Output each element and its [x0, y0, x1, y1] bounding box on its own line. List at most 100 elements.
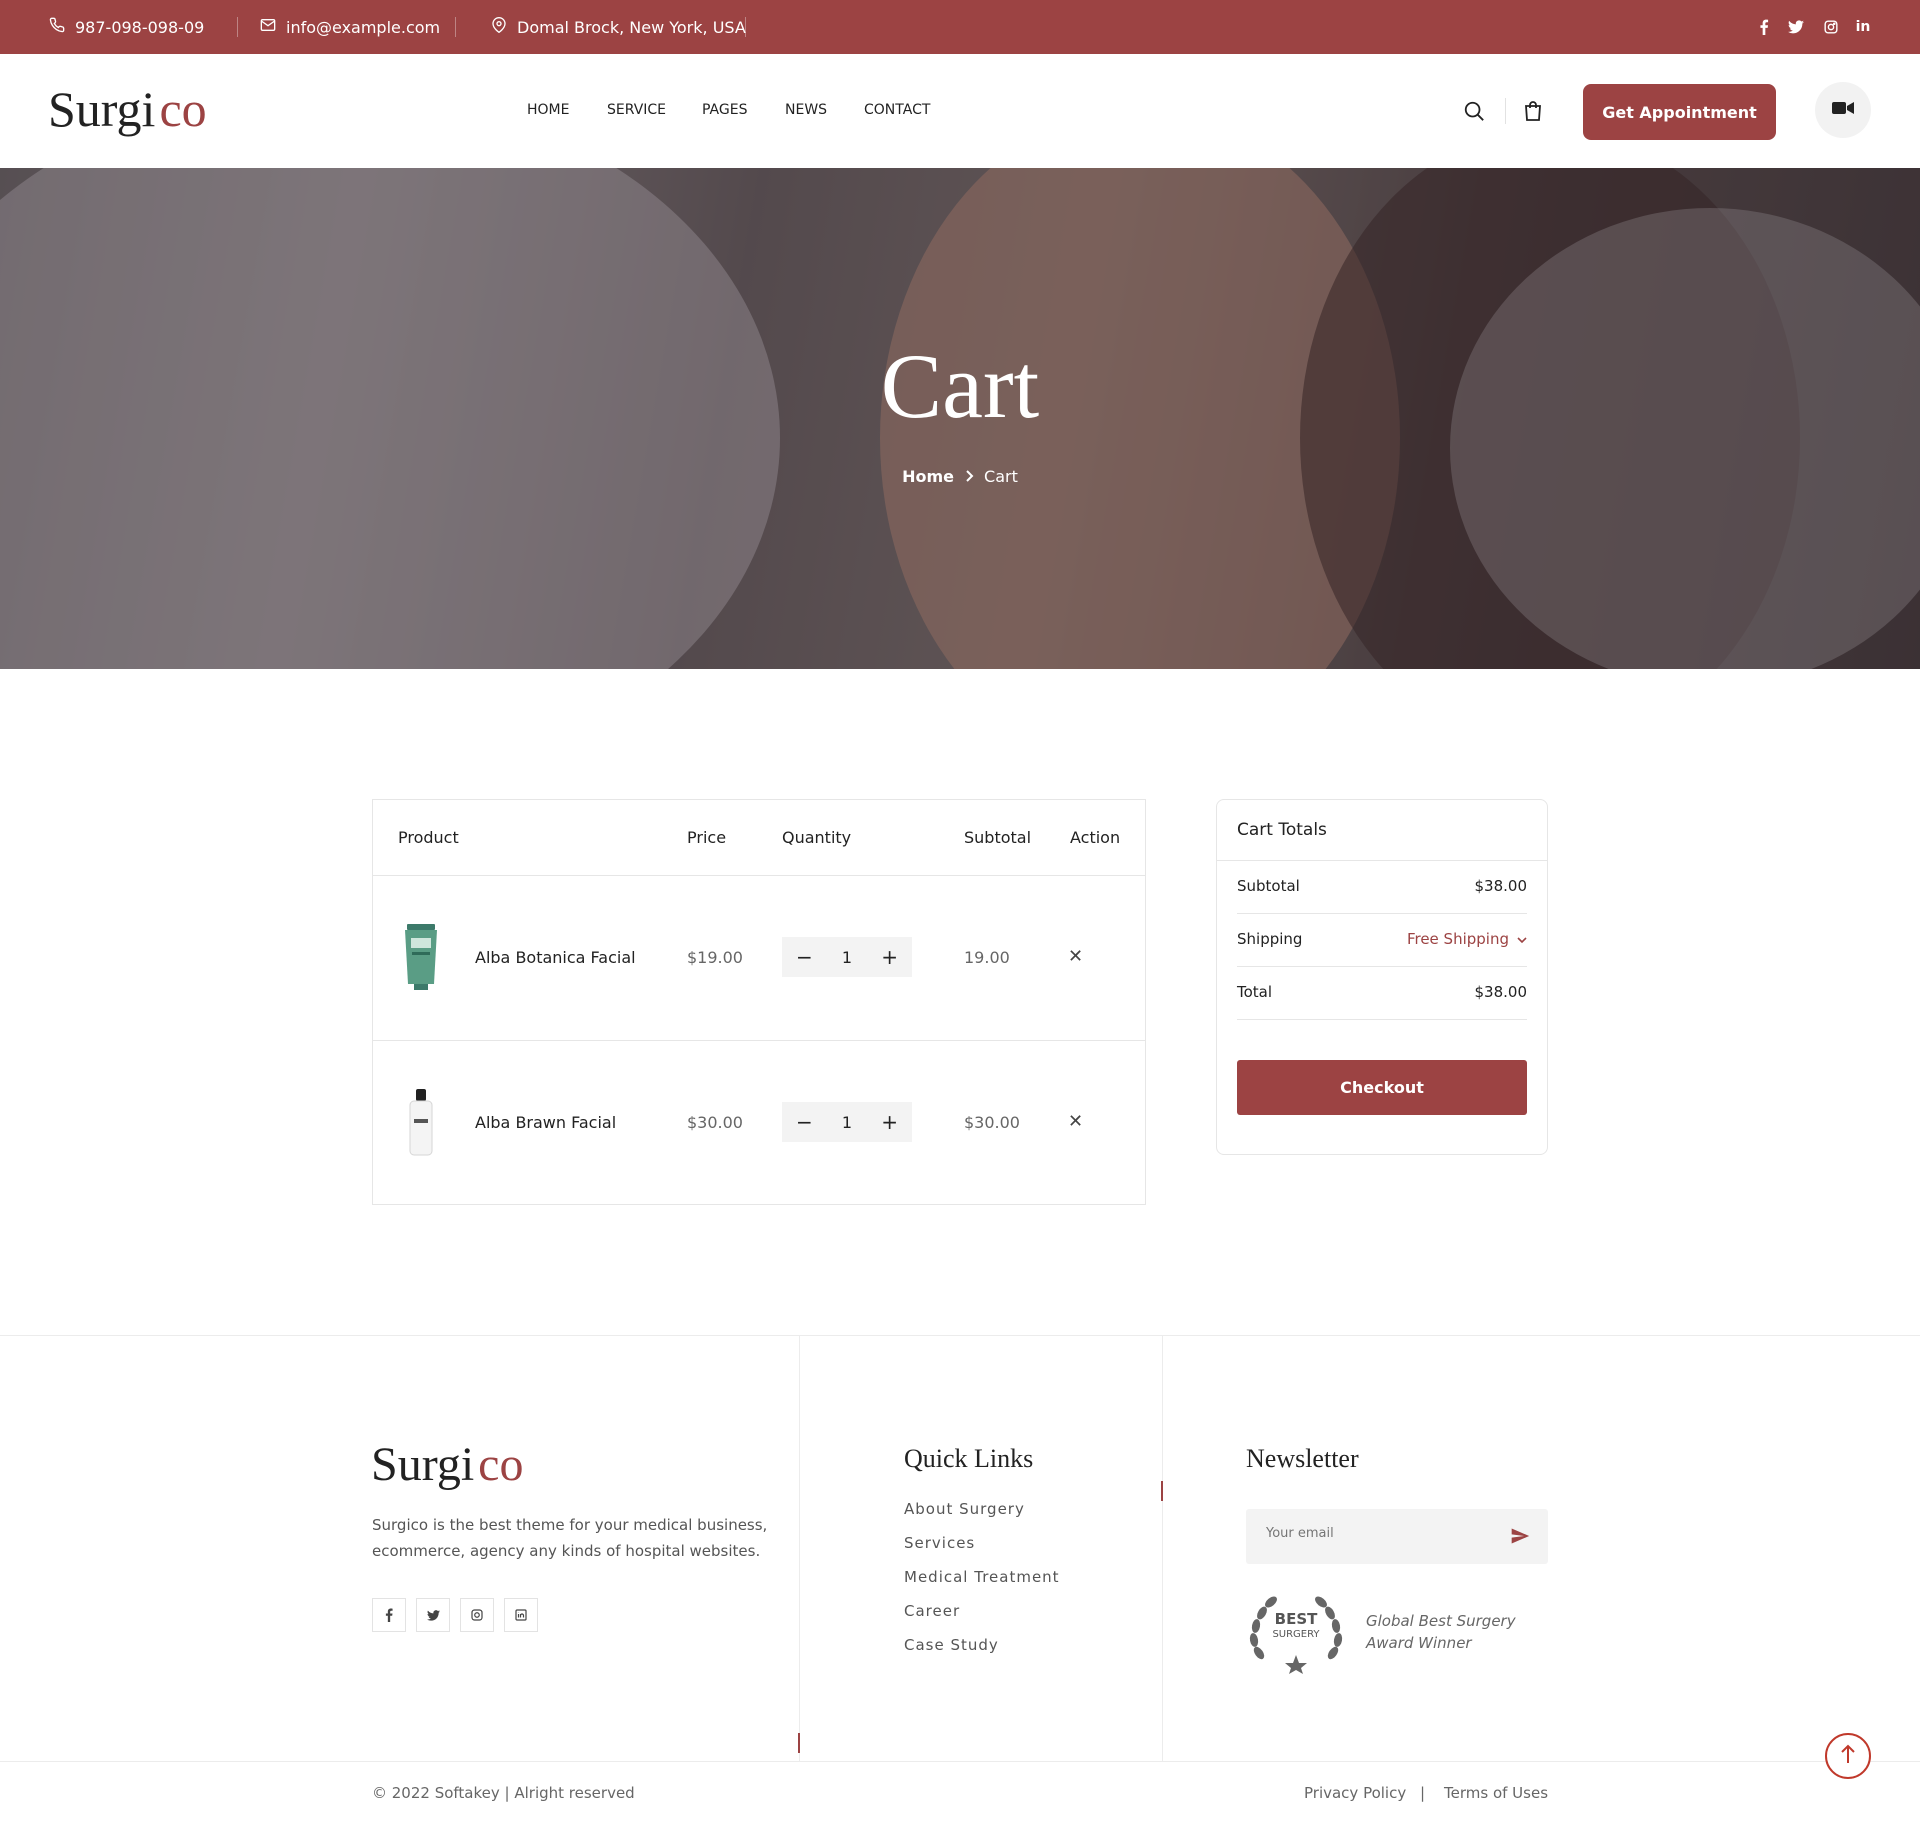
- nav-news[interactable]: NEWS: [785, 102, 827, 118]
- product-thumbnail[interactable]: [401, 924, 441, 996]
- badge-title: BEST: [1274, 1610, 1318, 1628]
- award-text: Global Best Surgery Award Winner: [1366, 1612, 1516, 1652]
- twitter-icon[interactable]: [416, 1598, 450, 1632]
- quantity-value[interactable]: 1: [842, 1113, 852, 1132]
- logo[interactable]: Surgi co: [48, 80, 207, 138]
- linkedin-icon[interactable]: in: [1853, 17, 1873, 37]
- nav-pages[interactable]: PAGES: [702, 102, 747, 118]
- quantity-value[interactable]: 1: [842, 948, 852, 967]
- footer-link-about[interactable]: About Surgery: [904, 1500, 1025, 1518]
- product-subtotal: $30.00: [964, 1113, 1020, 1132]
- breadcrumb: Home Cart: [0, 467, 1920, 486]
- video-camera-icon: [1832, 100, 1854, 120]
- footer-link-treatment[interactable]: Medical Treatment: [904, 1568, 1060, 1586]
- email-contact[interactable]: info@example.com: [260, 17, 440, 37]
- nav-home[interactable]: HOME: [527, 102, 569, 118]
- scroll-to-top-button[interactable]: [1825, 1733, 1871, 1779]
- chevron-down-icon: [1517, 930, 1527, 948]
- divider: [237, 17, 238, 37]
- email-input[interactable]: [1266, 1526, 1496, 1541]
- chevron-right-icon: [964, 467, 974, 486]
- divider: [455, 17, 456, 37]
- mail-icon: [260, 17, 276, 37]
- quantity-stepper: − 1 +: [782, 937, 912, 977]
- get-appointment-button[interactable]: Get Appointment: [1583, 84, 1776, 140]
- send-icon[interactable]: [1510, 1526, 1530, 1550]
- minus-icon[interactable]: −: [796, 947, 813, 967]
- shipping-value: Free Shipping: [1406, 930, 1509, 948]
- phone-icon: [49, 17, 65, 37]
- divider: [1237, 1019, 1527, 1020]
- quick-links-title: Quick Links: [904, 1444, 1034, 1473]
- footer-link-career[interactable]: Career: [904, 1602, 960, 1620]
- header-product: Product: [398, 828, 459, 847]
- nav-contact[interactable]: CONTACT: [864, 102, 930, 118]
- phone-number: 987-098-098-09: [75, 17, 205, 37]
- cart-totals: Cart Totals Subtotal $38.00 Shipping Fre…: [1216, 799, 1548, 1155]
- footer-divider: [0, 1335, 1920, 1336]
- email-address: info@example.com: [286, 17, 441, 37]
- facebook-icon[interactable]: [372, 1598, 406, 1632]
- phone-contact[interactable]: 987-098-098-09: [49, 17, 204, 37]
- page-hero: Cart Home Cart: [0, 168, 1920, 669]
- plus-icon[interactable]: +: [881, 1112, 898, 1132]
- remove-icon[interactable]: ✕: [1068, 1111, 1083, 1132]
- logo-text-main: Surgi: [48, 81, 156, 137]
- header-price: Price: [687, 828, 727, 847]
- remove-icon[interactable]: ✕: [1068, 946, 1083, 967]
- header-subtotal: Subtotal: [964, 828, 1032, 847]
- badge-subtitle: SURGERY: [1272, 1629, 1320, 1640]
- video-call-button[interactable]: [1815, 82, 1871, 138]
- accent-mark: [1161, 1481, 1163, 1501]
- divider: [1237, 966, 1527, 967]
- footer-divider-text: |: [1420, 1784, 1426, 1802]
- instagram-icon[interactable]: [1821, 17, 1841, 37]
- minus-icon[interactable]: −: [796, 1112, 813, 1132]
- nav-service[interactable]: SERVICE: [607, 102, 666, 118]
- quantity-stepper: − 1 +: [782, 1102, 912, 1142]
- footer-link-case-study[interactable]: Case Study: [904, 1636, 999, 1654]
- checkout-button[interactable]: Checkout: [1237, 1060, 1527, 1115]
- cart-table: Product Price Quantity Subtotal Action A…: [372, 799, 1146, 1205]
- arrow-up-icon: [1841, 1744, 1855, 1768]
- instagram-icon[interactable]: [460, 1598, 494, 1632]
- breadcrumb-home[interactable]: Home: [902, 467, 954, 486]
- search-icon[interactable]: [1461, 98, 1487, 124]
- product-subtotal: 19.00: [964, 948, 1010, 967]
- logo-text-main: Surgi: [371, 1438, 475, 1491]
- privacy-policy-link[interactable]: Privacy Policy: [1304, 1784, 1406, 1802]
- footer-logo[interactable]: Surgi co: [371, 1437, 523, 1492]
- footer-divider: [0, 1761, 1920, 1762]
- twitter-icon[interactable]: [1786, 17, 1806, 37]
- logo-text-accent: co: [478, 1438, 524, 1491]
- divider: [1505, 98, 1506, 124]
- logo-text-accent: co: [159, 81, 207, 137]
- header-action: Action: [1070, 828, 1121, 847]
- product-name[interactable]: Alba Brawn Facial: [475, 1113, 616, 1132]
- facebook-icon[interactable]: [1754, 17, 1774, 37]
- terms-link[interactable]: Terms of Uses: [1444, 1784, 1548, 1802]
- divider: [1217, 860, 1547, 861]
- shopping-bag-icon[interactable]: [1520, 98, 1546, 124]
- total-value: $38.00: [1474, 983, 1528, 1001]
- product-price: $30.00: [687, 1113, 743, 1132]
- breadcrumb-current: Cart: [984, 467, 1018, 486]
- award-badge-icon: BEST SURGERY: [1244, 1590, 1348, 1674]
- map-pin-icon: [491, 17, 507, 37]
- footer-description: Surgico is the best theme for your medic…: [372, 1516, 768, 1560]
- plus-icon[interactable]: +: [881, 947, 898, 967]
- footer-link-services[interactable]: Services: [904, 1534, 975, 1552]
- product-name[interactable]: Alba Botanica Facial: [475, 948, 636, 967]
- divider: [745, 17, 746, 37]
- linkedin-icon[interactable]: [504, 1598, 538, 1632]
- address-text: Domal Brock, New York, USA: [517, 17, 746, 37]
- newsletter-title: Newsletter: [1246, 1444, 1359, 1473]
- total-label: Total: [1237, 983, 1273, 1001]
- accent-mark: [798, 1733, 800, 1753]
- divider: [799, 1336, 800, 1761]
- shipping-select[interactable]: Free Shipping: [1407, 930, 1527, 948]
- top-bar: 987-098-098-09 info@example.com Domal Br…: [0, 0, 1920, 54]
- address-contact: Domal Brock, New York, USA: [491, 17, 746, 37]
- page-title: Cart: [880, 335, 1040, 437]
- product-thumbnail[interactable]: [401, 1089, 441, 1161]
